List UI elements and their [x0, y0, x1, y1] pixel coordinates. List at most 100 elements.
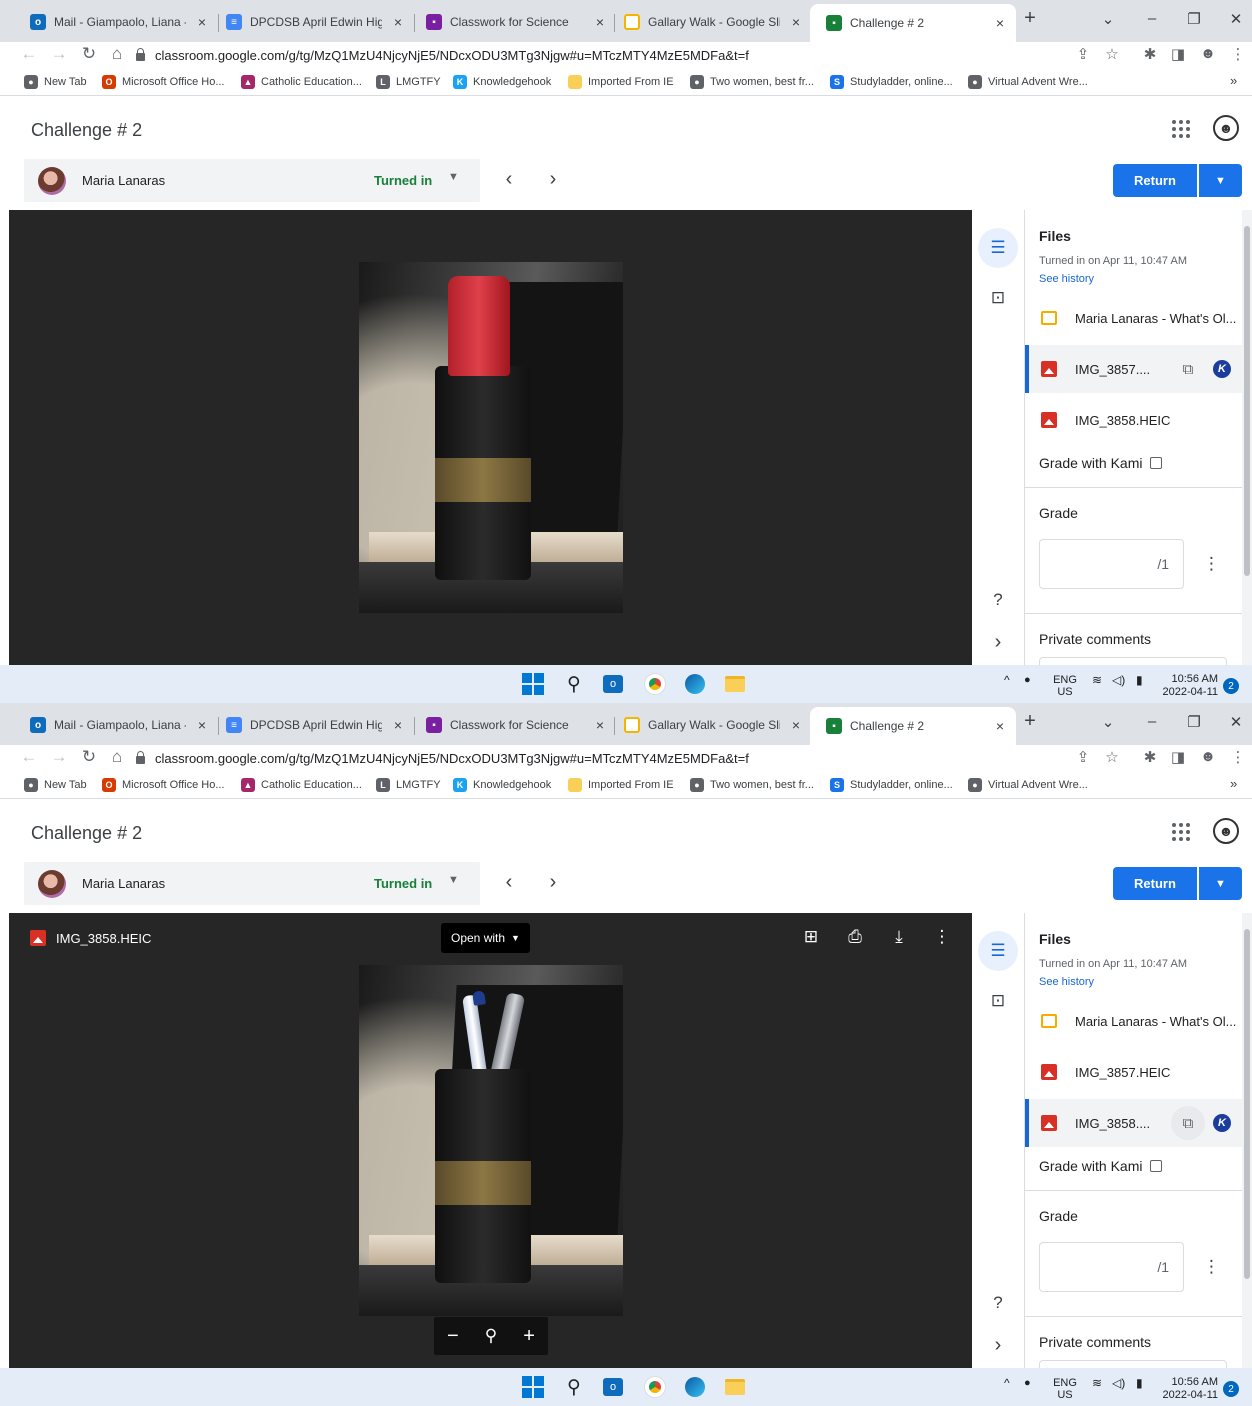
bookmark-new-tab[interactable]: ● New Tab: [24, 75, 87, 89]
close-icon[interactable]: ×: [592, 717, 608, 733]
next-student-button[interactable]: ›: [542, 871, 564, 894]
grade-input[interactable]: /1: [1039, 539, 1184, 589]
bookmark-office[interactable]: O Microsoft Office Ho...: [102, 75, 225, 89]
chevron-down-icon[interactable]: ▼: [448, 171, 459, 183]
private-comment-input[interactable]: [1039, 657, 1227, 665]
bookmark-office[interactable]: O Microsoft Office Ho...: [102, 778, 225, 792]
tab-slides[interactable]: Gallary Walk - Google Slides ×: [608, 8, 812, 36]
bookmark-knowledgehook[interactable]: K Knowledgehook: [453, 75, 551, 89]
help-icon[interactable]: ?: [984, 1289, 1012, 1317]
zoom-reset-icon[interactable]: ⚲: [485, 1326, 497, 1346]
chrome-taskbar-icon[interactable]: [644, 673, 666, 695]
close-icon[interactable]: ×: [992, 718, 1008, 734]
tab-slides[interactable]: Gallary Walk - Google Slides ×: [608, 711, 812, 739]
tray-app-icon[interactable]: ●: [1024, 674, 1031, 686]
volume-icon[interactable]: ◁): [1112, 1377, 1125, 1389]
side-panel-icon[interactable]: ◨: [1168, 45, 1188, 63]
window-close-icon[interactable]: ✕: [1226, 10, 1246, 28]
bookmark-imported-from-ie[interactable]: Imported From IE: [568, 778, 674, 792]
files-panel-icon[interactable]: ☰: [978, 228, 1018, 268]
extensions-icon[interactable]: ✱: [1140, 45, 1160, 63]
previous-student-button[interactable]: ‹: [498, 871, 520, 894]
search-icon[interactable]: ⚲: [563, 1376, 585, 1398]
bookmark-lmgtfy[interactable]: L LMGTFY: [376, 778, 441, 792]
home-icon[interactable]: ⌂: [106, 747, 128, 767]
tab-classwork[interactable]: ▪ Classwork for Science ×: [410, 711, 616, 739]
file-item-selected[interactable]: IMG_3857.... ⧉ K: [1025, 345, 1242, 393]
return-button[interactable]: Return: [1113, 164, 1197, 197]
tab-dpcdsb[interactable]: ≡ DPCDSB April Edwin Highligh ×: [210, 711, 414, 739]
bookmark-studyladder[interactable]: S Studyladder, online...: [830, 75, 953, 89]
windows-start-icon[interactable]: [522, 1376, 544, 1398]
extensions-icon[interactable]: ✱: [1140, 748, 1160, 766]
tray-app-icon[interactable]: ●: [1024, 1377, 1031, 1389]
bookmark-new-tab[interactable]: ● New Tab: [24, 778, 87, 792]
outlook-taskbar-icon[interactable]: o: [602, 1376, 624, 1398]
bookmark-two-women[interactable]: ● Two women, best fr...: [690, 778, 814, 792]
collapse-panel-icon[interactable]: ›: [984, 1331, 1012, 1359]
battery-icon[interactable]: ▮: [1136, 1377, 1143, 1389]
files-panel-icon[interactable]: ☰: [978, 931, 1018, 971]
bookmark-lmgtfy[interactable]: L LMGTFY: [376, 75, 441, 89]
return-button[interactable]: Return: [1113, 867, 1197, 900]
new-tab-button[interactable]: +: [1020, 710, 1040, 733]
tab-challenge[interactable]: ▪ Challenge # 2 ×: [810, 707, 1016, 745]
return-options-button[interactable]: ▼: [1199, 164, 1242, 197]
address-bar[interactable]: classroom.google.com/g/tg/MzQ1MzU4NjcyNj…: [136, 745, 1056, 771]
grade-more-icon[interactable]: ⋮: [1203, 554, 1220, 574]
tab-dpcdsb[interactable]: ≡ DPCDSB April Edwin Highligh ×: [210, 8, 414, 36]
close-icon[interactable]: ×: [390, 717, 406, 733]
reload-icon[interactable]: ↻: [78, 44, 100, 64]
clock[interactable]: 10:56 AM 2022-04-11: [1160, 1376, 1218, 1402]
next-student-button[interactable]: ›: [542, 168, 564, 191]
chevron-down-icon[interactable]: ▼: [448, 874, 459, 886]
grade-more-icon[interactable]: ⋮: [1203, 1257, 1220, 1277]
close-icon[interactable]: ×: [992, 15, 1008, 31]
zoom-in-icon[interactable]: +: [523, 1325, 535, 1348]
open-in-new-icon[interactable]: ⧉: [1171, 1106, 1205, 1140]
close-icon[interactable]: ×: [194, 717, 210, 733]
language-indicator[interactable]: ENG US: [1050, 674, 1080, 698]
forward-icon[interactable]: →: [48, 747, 70, 767]
back-icon[interactable]: ←: [18, 747, 40, 767]
comments-panel-icon[interactable]: ⊡: [984, 987, 1012, 1015]
help-icon[interactable]: ?: [984, 586, 1012, 614]
close-icon[interactable]: ×: [788, 717, 804, 733]
address-bar[interactable]: classroom.google.com/g/tg/MzQ1MzU4NjcyNj…: [136, 42, 1056, 68]
minimize-icon[interactable]: –: [1142, 10, 1162, 27]
bookmarks-overflow-button[interactable]: »: [1230, 73, 1237, 88]
bookmark-knowledgehook[interactable]: K Knowledgehook: [453, 778, 551, 792]
collapse-panel-icon[interactable]: ›: [984, 628, 1012, 656]
zoom-out-icon[interactable]: −: [447, 1325, 459, 1348]
grade-with-kami[interactable]: Grade with Kami: [1039, 1158, 1163, 1174]
search-icon[interactable]: ⚲: [563, 673, 585, 695]
kami-icon[interactable]: K: [1213, 360, 1231, 378]
bookmark-virtual-advent[interactable]: ● Virtual Advent Wre...: [968, 75, 1088, 89]
profile-icon[interactable]: ☻: [1198, 748, 1218, 765]
kami-icon[interactable]: K: [1213, 1114, 1231, 1132]
google-apps-icon[interactable]: [1172, 120, 1190, 138]
tab-search-icon[interactable]: ⌄: [1098, 10, 1118, 28]
private-comment-input[interactable]: [1039, 1360, 1227, 1368]
back-icon[interactable]: ←: [18, 44, 40, 64]
kami-checkbox[interactable]: [1150, 457, 1163, 469]
browser-menu-icon[interactable]: ⋮: [1228, 748, 1248, 766]
share-icon[interactable]: ⇪: [1073, 45, 1093, 63]
panel-scrollbar[interactable]: [1242, 913, 1252, 1368]
file-explorer-icon[interactable]: [724, 673, 746, 695]
return-options-button[interactable]: ▼: [1199, 867, 1242, 900]
notification-badge[interactable]: 2: [1223, 678, 1239, 694]
window-close-icon[interactable]: ✕: [1226, 713, 1246, 731]
notification-badge[interactable]: 2: [1223, 1381, 1239, 1397]
edge-taskbar-icon[interactable]: [684, 1376, 706, 1398]
account-avatar[interactable]: ☻: [1213, 818, 1239, 844]
browser-menu-icon[interactable]: ⋮: [1228, 45, 1248, 63]
bookmark-catholic-education[interactable]: ▲ Catholic Education...: [241, 75, 362, 89]
profile-icon[interactable]: ☻: [1198, 45, 1218, 62]
student-selector[interactable]: Maria Lanaras Turned in ▼: [24, 159, 480, 202]
clock[interactable]: 10:56 AM 2022-04-11: [1160, 673, 1218, 699]
side-panel-icon[interactable]: ◨: [1168, 748, 1188, 766]
add-to-drive-icon[interactable]: ⊞: [800, 927, 822, 947]
file-item[interactable]: Maria Lanaras - What's Ol...: [1025, 294, 1242, 342]
open-in-new-icon[interactable]: ⧉: [1171, 352, 1205, 386]
